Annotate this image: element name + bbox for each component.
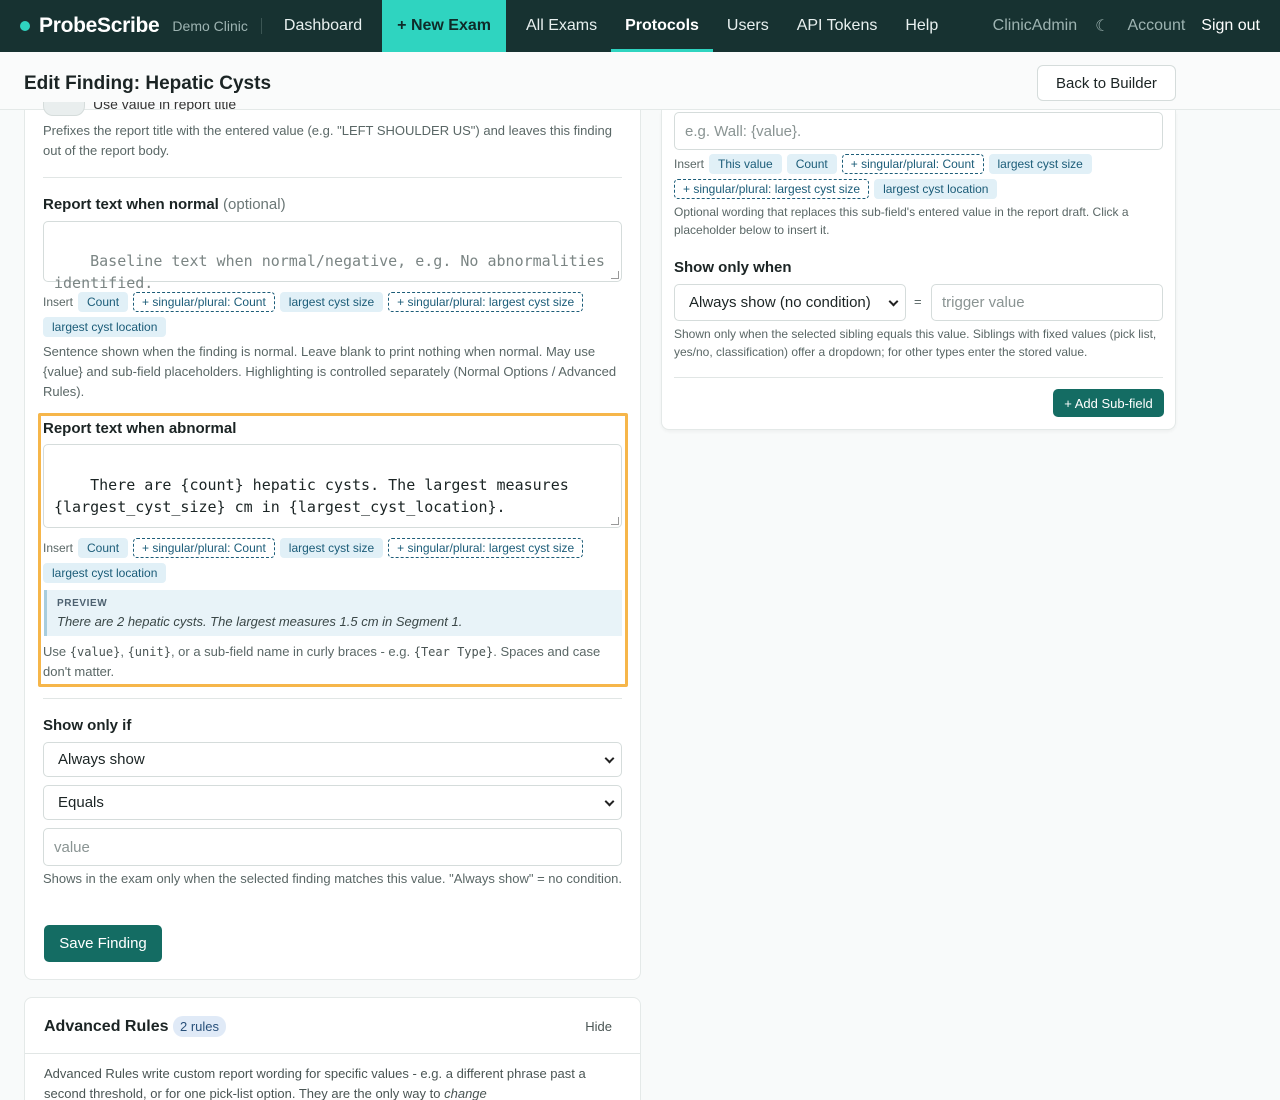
top-nav: ProbeScribe Demo Clinic Dashboard + New … — [0, 0, 1280, 52]
chip-largest-cyst-location[interactable]: largest cyst location — [874, 179, 998, 199]
trigger-value-input[interactable]: trigger value — [931, 284, 1163, 321]
chip-largest-cyst-size[interactable]: largest cyst size — [279, 292, 384, 312]
nav-all-exams[interactable]: All Exams — [512, 0, 611, 52]
chevron-down-icon — [604, 753, 615, 763]
title-toggle-label: Use value in report title — [93, 102, 237, 111]
show-only-when-help: Shown only when the selected sibling equ… — [674, 327, 1157, 359]
subfield-wording-input[interactable]: e.g. Wall: {value}. — [674, 112, 1163, 150]
brand[interactable]: ProbeScribe — [0, 14, 160, 38]
nav-dashboard[interactable]: Dashboard — [270, 0, 376, 52]
account-link[interactable]: Account — [1119, 17, 1193, 35]
subfield-insert-chips: Insert This value Count + singular/plura… — [674, 154, 1134, 199]
condition-operator-select[interactable]: Equals — [43, 785, 622, 820]
normal-text-field[interactable]: Baseline text when normal/negative, e.g.… — [43, 221, 622, 292]
show-only-if-label: Show only if — [43, 717, 132, 734]
subfield-editor-card: e.g. Wall: {value}. Insert This value Co… — [661, 110, 1176, 430]
subfield-wording-help: Optional wording that replaces this sub-… — [674, 205, 1129, 237]
insert-label: Insert — [43, 295, 74, 309]
save-finding-button[interactable]: Save Finding — [44, 925, 162, 962]
advanced-rules-description: Advanced Rules write custom report wordi… — [44, 1066, 586, 1100]
divider — [25, 1053, 640, 1054]
chevron-down-icon — [604, 796, 615, 806]
nav-help[interactable]: Help — [891, 0, 952, 52]
condition-value-input[interactable]: value — [43, 828, 622, 866]
hide-advanced-rules-button[interactable]: Hide — [585, 1019, 612, 1034]
advanced-rules-title: Advanced Rules — [44, 1018, 169, 1035]
condition-finding-select[interactable]: Always show — [43, 742, 622, 777]
chip-plural-largest-cyst-size[interactable]: + singular/plural: largest cyst size — [388, 292, 584, 312]
divider — [43, 698, 622, 699]
sibling-condition-select[interactable]: Always show (no condition) — [674, 284, 906, 321]
chip-plural-largest-cyst-size[interactable]: + singular/plural: largest cyst size — [674, 179, 870, 199]
brand-logo-icon — [20, 21, 30, 31]
chip-plural-count[interactable]: + singular/plural: Count — [841, 154, 984, 174]
chevron-down-icon — [888, 296, 899, 306]
show-only-when-label: Show only when — [674, 259, 792, 276]
divider — [674, 377, 1163, 378]
chip-this-value[interactable]: This value — [709, 154, 782, 174]
chip-largest-cyst-size[interactable]: largest cyst size — [988, 154, 1092, 174]
resize-handle-icon[interactable] — [611, 271, 619, 279]
normal-text-placeholder: Baseline text when normal/negative, e.g.… — [54, 252, 614, 292]
normal-text-help: Sentence shown when the finding is norma… — [43, 344, 617, 399]
chip-count[interactable]: Count — [786, 154, 837, 174]
current-user: ClinicAdmin — [992, 17, 1078, 34]
show-only-if-help: Shows in the exam only when the selected… — [43, 871, 623, 886]
clinic-name: Demo Clinic — [172, 18, 262, 34]
divider — [43, 177, 622, 178]
chip-count[interactable]: Count — [78, 292, 129, 312]
nav-api-tokens[interactable]: API Tokens — [783, 0, 892, 52]
new-exam-button[interactable]: + New Exam — [382, 0, 506, 52]
add-subfield-button[interactable]: + Add Sub-field — [1053, 389, 1164, 417]
moon-icon[interactable]: ☾ — [1085, 16, 1119, 36]
sign-out-link[interactable]: Sign out — [1193, 17, 1280, 35]
normal-insert-chips: Insert Count + singular/plural: Count la… — [43, 292, 603, 337]
back-to-builder-button[interactable]: Back to Builder — [1037, 65, 1176, 101]
advanced-rules-card: Advanced Rules 2 rules Hide Advanced Rul… — [24, 997, 641, 1100]
nav-users[interactable]: Users — [713, 0, 783, 52]
chip-plural-count[interactable]: + singular/plural: Count — [133, 292, 275, 312]
nav-protocols[interactable]: Protocols — [611, 0, 713, 52]
title-toggle[interactable] — [43, 102, 85, 116]
focus-highlight — [38, 413, 628, 687]
equals-sign: = — [914, 294, 922, 309]
page-title: Edit Finding: Hepatic Cysts — [24, 73, 272, 94]
insert-label: Insert — [674, 157, 705, 171]
normal-text-label: Report text when normal (optional) — [43, 196, 286, 213]
chip-largest-cyst-location[interactable]: largest cyst location — [43, 317, 167, 337]
rules-count-badge: 2 rules — [173, 1016, 227, 1037]
brand-name: ProbeScribe — [39, 14, 160, 37]
title-toggle-help: Prefixes the report title with the enter… — [43, 123, 612, 158]
